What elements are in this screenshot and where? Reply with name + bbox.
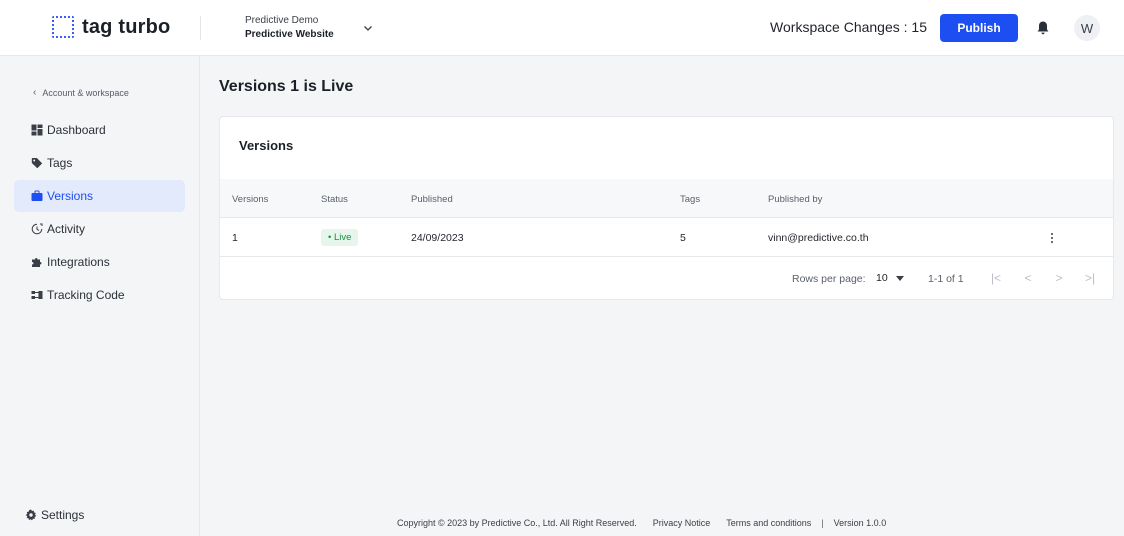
cell-published: 24/09/2023 xyxy=(411,232,464,244)
avatar[interactable]: W xyxy=(1074,15,1100,41)
column-header-published: Published xyxy=(411,194,453,205)
cell-version: 1 xyxy=(232,232,238,244)
sidebar-nav: Dashboard Tags Versions Activity Integra… xyxy=(14,114,185,312)
footer-separator: | xyxy=(821,518,824,528)
rows-per-page-label: Rows per page: xyxy=(792,273,866,285)
sidebar-item-tags[interactable]: Tags xyxy=(14,147,185,179)
pagination: Rows per page: 10 1-1 of 1 |< < > >| xyxy=(220,257,1113,300)
sidebar: ‹ Account & workspace Dashboard Tags Ver… xyxy=(0,56,200,536)
logo-mark-icon xyxy=(52,16,74,38)
page-title: Versions 1 is Live xyxy=(219,78,354,95)
next-page-icon[interactable]: > xyxy=(1051,270,1067,286)
app-version: Version 1.0.0 xyxy=(833,518,887,528)
workspace-name: Predictive Website xyxy=(245,29,334,40)
status-badge: • Live xyxy=(321,229,359,246)
first-page-icon[interactable]: |< xyxy=(988,270,1004,286)
sidebar-item-activity[interactable]: Activity xyxy=(14,213,185,245)
cell-tags: 5 xyxy=(680,232,686,244)
back-to-account-link[interactable]: ‹ Account & workspace xyxy=(33,87,129,98)
versions-card: Versions Versions Status Published Tags … xyxy=(219,116,1114,300)
sidebar-item-label: Activity xyxy=(47,222,86,236)
table-header: Versions Status Published Tags Published… xyxy=(220,179,1113,218)
status-label: Live xyxy=(333,232,352,243)
workspace-changes: Workspace Changes : 15 xyxy=(770,19,927,35)
logo-text: tag turbo xyxy=(82,15,171,38)
sidebar-item-versions[interactable]: Versions xyxy=(14,180,185,212)
table-row[interactable]: 1 • Live 24/09/2023 5 vinn@predictive.co… xyxy=(220,218,1113,257)
sidebar-item-label: Versions xyxy=(47,189,94,203)
terms-link[interactable]: Terms and conditions xyxy=(726,518,811,528)
publish-button[interactable]: Publish xyxy=(940,14,1018,42)
workspace-switcher[interactable]: Predictive Demo Predictive Website xyxy=(245,14,334,42)
footer: Copyright © 2023 by Predictive Co., Ltd.… xyxy=(397,518,886,528)
sidebar-item-label: Integrations xyxy=(47,255,110,269)
gear-icon xyxy=(25,509,37,521)
sidebar-item-dashboard[interactable]: Dashboard xyxy=(14,114,185,146)
card-title: Versions xyxy=(239,138,294,153)
settings-label: Settings xyxy=(41,508,85,522)
privacy-notice-link[interactable]: Privacy Notice xyxy=(653,518,711,528)
sidebar-item-tracking-code[interactable]: Tracking Code xyxy=(14,279,185,311)
activity-icon xyxy=(31,223,43,235)
sidebar-item-integrations[interactable]: Integrations xyxy=(14,246,185,278)
tracking-code-icon xyxy=(31,291,43,299)
header-divider xyxy=(200,16,201,40)
sidebar-item-settings[interactable]: Settings xyxy=(25,508,84,522)
back-link-label: Account & workspace xyxy=(42,87,129,98)
more-vertical-icon[interactable] xyxy=(1046,231,1058,245)
pagination-range: 1-1 of 1 xyxy=(928,273,964,285)
top-bar: tag turbo Predictive Demo Predictive Web… xyxy=(0,0,1124,56)
column-header-tags: Tags xyxy=(680,194,701,205)
column-header-versions: Versions xyxy=(232,194,269,205)
app-logo[interactable]: tag turbo xyxy=(52,15,170,39)
briefcase-icon xyxy=(31,190,43,201)
previous-page-icon[interactable]: < xyxy=(1020,270,1036,286)
chevron-left-icon: ‹ xyxy=(33,87,37,98)
dashboard-icon xyxy=(31,124,43,136)
footer-copyright: Copyright © 2023 by Predictive Co., Ltd.… xyxy=(397,518,637,528)
sidebar-item-label: Dashboard xyxy=(47,123,106,137)
rows-per-page-value: 10 xyxy=(876,272,888,284)
column-header-published-by: Published by xyxy=(768,194,823,205)
column-header-status: Status xyxy=(321,194,348,205)
cell-published-by: vinn@predictive.co.th xyxy=(768,232,869,244)
rows-per-page-select[interactable]: 10 xyxy=(876,272,904,284)
sidebar-item-label: Tags xyxy=(47,156,73,170)
tag-icon xyxy=(31,158,43,169)
bell-icon[interactable] xyxy=(1036,20,1050,36)
caret-down-icon xyxy=(895,275,904,281)
sidebar-item-label: Tracking Code xyxy=(47,288,125,302)
workspace-org: Predictive Demo xyxy=(245,15,319,26)
chevron-down-icon[interactable] xyxy=(362,22,374,34)
puzzle-icon xyxy=(32,258,42,267)
last-page-icon[interactable]: >| xyxy=(1082,270,1098,286)
